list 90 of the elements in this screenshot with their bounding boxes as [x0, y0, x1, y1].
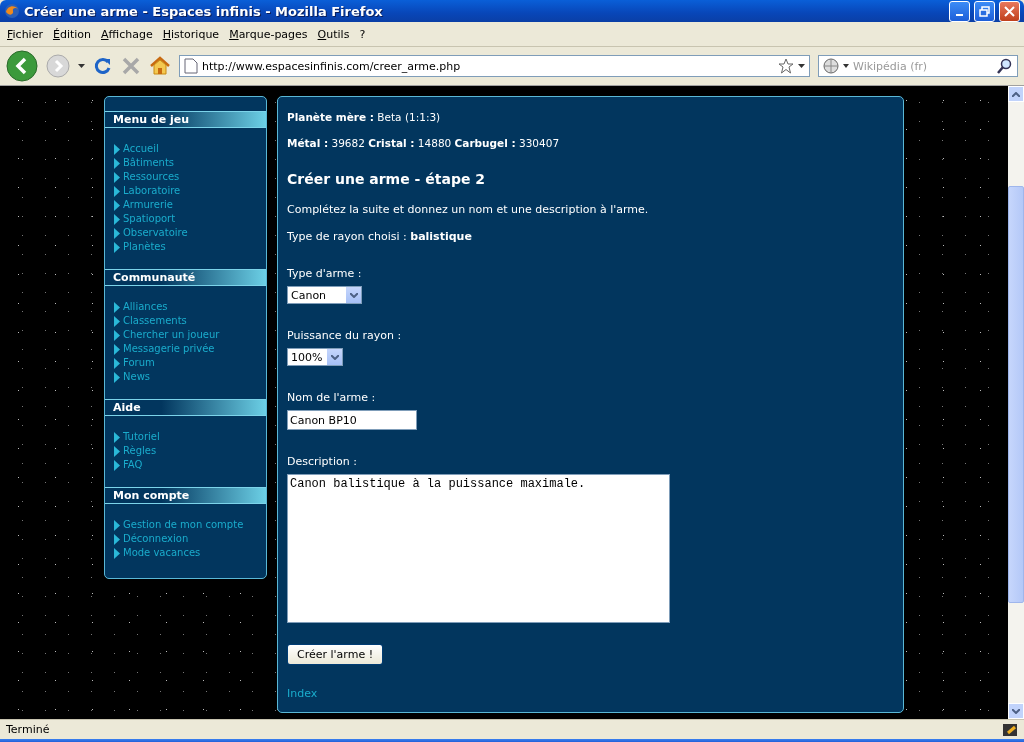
address-bar[interactable]: http://www.espacesinfinis.com/creer_arme.php	[179, 55, 810, 77]
sidebar-link[interactable]: Tutoriel	[123, 430, 160, 444]
sidebar-link[interactable]: Règles	[123, 444, 157, 458]
sidebar-link[interactable]: Messagerie privée	[123, 342, 215, 356]
browser-logo-icon	[4, 3, 20, 19]
sidebar-heading: Mon compte	[105, 487, 266, 504]
star-icon[interactable]	[778, 58, 794, 74]
ray-type-text: Type de rayon choisi : balistique	[287, 230, 473, 243]
menu-item[interactable]: Affichage	[96, 27, 158, 41]
caret-icon	[330, 354, 339, 360]
submit-button[interactable]: Créer l'arme !	[287, 644, 384, 665]
info-line: Planète mère : Beta (1:1:3)	[287, 111, 442, 123]
sidebar-heading: Communauté	[105, 269, 266, 286]
triangle-bullet-icon	[114, 213, 120, 225]
sidebar-link[interactable]: Alliances	[123, 300, 168, 314]
restore-button[interactable]	[974, 0, 995, 22]
sidebar-link[interactable]: Spatioport	[123, 212, 176, 226]
back-button[interactable]	[6, 50, 38, 82]
triangle-bullet-icon	[114, 519, 120, 531]
menu-item[interactable]: Édition	[47, 27, 96, 41]
page-icon	[184, 58, 198, 74]
dropdown-caret-icon[interactable]	[78, 64, 85, 68]
index-link[interactable]: Index	[287, 687, 894, 700]
caret-icon	[349, 292, 358, 298]
sidebar-link[interactable]: Planètes	[123, 240, 166, 254]
field-label: Description :	[287, 455, 358, 468]
field-label: Type d'arme :	[287, 267, 363, 280]
triangle-bullet-icon	[114, 143, 120, 155]
restore-icon	[979, 5, 990, 17]
field-label: Nom de l'arme :	[287, 391, 377, 404]
triangle-bullet-icon	[114, 357, 120, 369]
search-box[interactable]: Wikipédia (fr)	[818, 55, 1018, 77]
menu-item[interactable]: ?	[354, 27, 371, 41]
menu-item[interactable]: Outils	[312, 27, 355, 41]
menu-item[interactable]: Fichier	[2, 27, 48, 41]
triangle-bullet-icon	[114, 533, 120, 545]
text-input[interactable]: Canon BP10	[287, 410, 417, 430]
triangle-bullet-icon	[114, 199, 120, 211]
menu-item[interactable]: Marque-pages	[224, 27, 313, 41]
page-heading: Créer une arme - étape 2	[287, 171, 486, 187]
description-field[interactable]: Canon balistique à la puissance maximale.	[287, 474, 670, 623]
reload-icon[interactable]	[93, 56, 113, 76]
field-label: Puissance du rayon :	[287, 329, 403, 342]
sidebar-heading: Aide	[105, 399, 266, 416]
dropdown-caret-icon[interactable]	[798, 64, 805, 68]
sidebar-link[interactable]: Ressources	[123, 170, 180, 184]
triangle-bullet-icon	[114, 371, 120, 383]
sidebar-link[interactable]: Laboratoire	[123, 184, 181, 198]
triangle-bullet-icon	[114, 241, 120, 253]
sidebar-link[interactable]: Accueil	[123, 142, 159, 156]
sidebar-link[interactable]: Classements	[123, 314, 187, 328]
sidebar-link[interactable]: Forum	[123, 356, 155, 370]
triangle-bullet-icon	[114, 459, 120, 471]
sidebar-link[interactable]: Observatoire	[123, 226, 188, 240]
dropdown-caret-icon[interactable]	[843, 64, 849, 68]
dropdown[interactable]: Canon	[287, 286, 362, 304]
close-icon	[1004, 5, 1015, 17]
triangle-bullet-icon	[114, 343, 120, 355]
triangle-bullet-icon	[114, 547, 120, 559]
dropdown[interactable]: 100%	[287, 348, 344, 366]
info-line: Métal : 39682 Cristal : 14880 Carbugel : 330407	[287, 137, 561, 149]
triangle-bullet-icon	[114, 445, 120, 457]
menu-item[interactable]: Historique	[157, 27, 225, 41]
sidebar-link[interactable]: Gestion de mon compte	[123, 518, 244, 532]
triangle-bullet-icon	[114, 157, 120, 169]
sidebar-link[interactable]: Chercher un joueur	[123, 328, 220, 342]
triangle-bullet-icon	[114, 171, 120, 183]
sidebar-link[interactable]: Déconnexion	[123, 532, 189, 546]
sidebar-heading: Menu de jeu	[105, 111, 266, 128]
sidebar-link[interactable]: News	[123, 370, 151, 384]
triangle-bullet-icon	[114, 431, 120, 443]
minimize-icon	[956, 13, 963, 16]
triangle-bullet-icon	[114, 329, 120, 341]
addon-icon	[1002, 722, 1018, 737]
window-title: Créer une arme - Espaces infinis - Mozilla Firefox	[24, 3, 384, 19]
close-button[interactable]	[999, 0, 1020, 22]
triangle-bullet-icon	[114, 301, 120, 313]
triangle-bullet-icon	[114, 315, 120, 327]
status-text: Terminé	[6, 723, 51, 736]
home-icon[interactable]	[149, 56, 171, 76]
triangle-bullet-icon	[114, 227, 120, 239]
sidebar-link[interactable]: Armurerie	[123, 198, 173, 212]
sidebar-link[interactable]: FAQ	[123, 458, 143, 472]
search-icon[interactable]	[997, 58, 1013, 74]
sidebar-link[interactable]: Bâtiments	[123, 156, 175, 170]
sidebar-link[interactable]: Mode vacances	[123, 546, 201, 560]
triangle-bullet-icon	[114, 185, 120, 197]
intro-text: Complétez la suite et donnez un nom et une description à l'arme.	[287, 203, 650, 216]
globe-icon[interactable]	[823, 58, 839, 74]
minimize-button[interactable]	[949, 0, 970, 22]
